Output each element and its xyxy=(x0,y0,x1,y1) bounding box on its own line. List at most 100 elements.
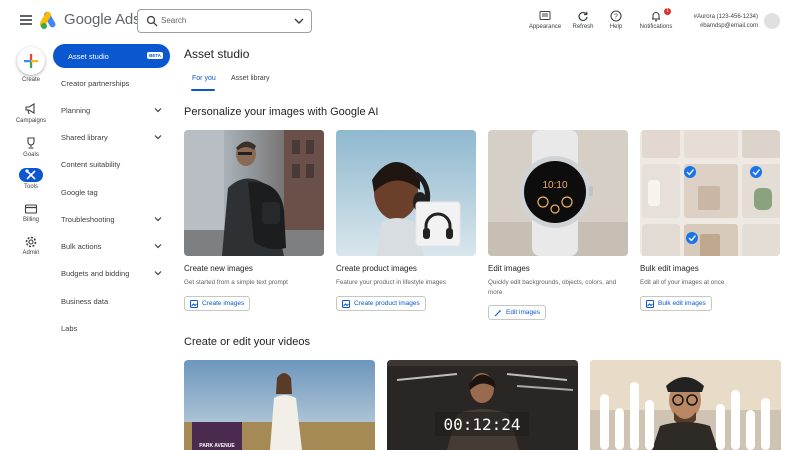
top-bar: Google Ads Search Appearance Refresh ? H… xyxy=(0,0,800,42)
create-button[interactable] xyxy=(17,47,45,75)
account-info[interactable]: #Aurora (123-456-1234) #bamdsp@email.com xyxy=(690,13,758,31)
tab-for-you[interactable]: For you xyxy=(192,75,216,82)
refresh-label: Refresh xyxy=(572,24,594,30)
main-content: Asset studio For you Asset library Perso… xyxy=(184,42,784,450)
refresh-button[interactable]: Refresh xyxy=(568,10,598,30)
watch-time-text: 10:10 xyxy=(542,180,567,191)
tools-nav-panel: Asset studio BETA Creator partnerships P… xyxy=(53,42,170,450)
gear-icon[interactable] xyxy=(24,235,38,249)
create-images-button[interactable]: Create images xyxy=(184,296,251,311)
edit-images-thumbnail[interactable]: 10:10 xyxy=(488,130,628,256)
nav-item-budgets-and-bidding[interactable]: Budgets and bidding xyxy=(53,261,170,285)
megaphone-icon[interactable] xyxy=(24,102,38,116)
create-product-images-thumbnail[interactable] xyxy=(336,130,476,256)
search-input[interactable]: Search xyxy=(137,9,312,33)
card-description: Get started from a simple text prompt xyxy=(184,279,288,286)
beta-badge: BETA xyxy=(147,52,163,59)
svg-text:?: ? xyxy=(614,14,618,21)
active-tab-indicator xyxy=(191,89,215,91)
bell-icon xyxy=(652,12,660,22)
nav-item-asset-studio[interactable]: Asset studio BETA xyxy=(53,44,170,68)
nav-item-labs[interactable]: Labs xyxy=(53,316,170,340)
video-thumbnail-2[interactable]: 00:12:24 xyxy=(387,360,578,450)
card-title: Create product images xyxy=(336,264,417,273)
chip-label: Edit images xyxy=(506,309,540,316)
card-description: Edit all of your images at once xyxy=(640,279,725,286)
search-placeholder: Search xyxy=(161,16,187,25)
videos-section-title: Create or edit your videos xyxy=(184,336,310,348)
chevron-down-icon xyxy=(154,135,162,140)
help-label: Help xyxy=(609,24,623,30)
plus-icon xyxy=(24,54,38,68)
images-section-title: Personalize your images with Google AI xyxy=(184,106,379,118)
chevron-down-icon xyxy=(154,271,162,276)
nav-item-label: Shared library xyxy=(61,133,108,142)
video-thumbnail-3[interactable] xyxy=(590,360,781,450)
search-icon xyxy=(146,15,158,27)
nav-item-label: Budgets and bidding xyxy=(61,269,130,278)
image-icon xyxy=(342,300,350,308)
nav-item-planning[interactable]: Planning xyxy=(53,98,170,122)
avatar[interactable] xyxy=(764,13,780,29)
account-email: #bamdsp@email.com xyxy=(699,23,758,29)
nav-item-creator-partnerships[interactable]: Creator partnerships xyxy=(53,71,170,95)
trophy-icon[interactable] xyxy=(24,136,38,150)
create-new-images-thumbnail[interactable] xyxy=(184,130,324,256)
help-icon: ? xyxy=(610,10,622,22)
card-title: Edit images xyxy=(488,264,530,273)
nav-item-label: Labs xyxy=(61,324,78,333)
notifications-button[interactable]: 1 Notifications xyxy=(636,8,676,30)
nav-item-label: Google tag xyxy=(61,188,98,197)
nav-item-label: Planning xyxy=(61,106,91,115)
card-description: Quickly edit backgrounds, objects, color… xyxy=(488,279,617,296)
chip-label: Create images xyxy=(202,300,245,307)
card-title: Create new images xyxy=(184,264,253,273)
nav-item-troubleshooting[interactable]: Troubleshooting xyxy=(53,207,170,231)
nav-item-label: Asset studio xyxy=(68,52,109,61)
card-title: Bulk edit images xyxy=(640,264,699,273)
nav-item-label: Content suitability xyxy=(61,160,121,169)
tools-icon xyxy=(25,169,36,180)
nav-item-label: Bulk actions xyxy=(61,242,102,251)
nav-item-label: Creator partnerships xyxy=(61,79,130,88)
chevron-down-icon xyxy=(154,217,162,222)
chevron-down-icon xyxy=(154,244,162,249)
refresh-icon xyxy=(578,11,588,22)
bulk-edit-images-thumbnail[interactable] xyxy=(640,130,780,256)
chip-label: Bulk edit images xyxy=(658,300,706,307)
appearance-label: Appearance xyxy=(528,24,562,30)
create-product-images-button[interactable]: Create product images xyxy=(336,296,426,311)
chevron-down-icon xyxy=(154,108,162,113)
tab-asset-library[interactable]: Asset library xyxy=(231,75,270,82)
app-title: Google Ads xyxy=(64,11,141,28)
google-ads-logo-icon[interactable] xyxy=(40,11,60,29)
notification-badge: 1 xyxy=(664,8,671,15)
help-button[interactable]: ? Help xyxy=(604,10,628,30)
timer-overlay: 00:12:24 xyxy=(443,415,520,434)
nav-item-business-data[interactable]: Business data xyxy=(53,289,170,313)
image-icon xyxy=(190,300,198,308)
edit-images-button[interactable]: Edit images xyxy=(488,305,546,320)
park-avenue-overlay: PARK AVENUE xyxy=(199,443,235,449)
nav-item-bulk-actions[interactable]: Bulk actions xyxy=(53,234,170,258)
nav-item-label: Troubleshooting xyxy=(61,215,115,224)
credit-card-icon[interactable] xyxy=(24,202,38,216)
bulk-edit-images-button[interactable]: Bulk edit images xyxy=(640,296,712,311)
chevron-down-icon[interactable] xyxy=(293,15,305,27)
page-title: Asset studio xyxy=(184,47,250,61)
appearance-button[interactable]: Appearance xyxy=(527,10,563,30)
appearance-icon xyxy=(539,11,551,20)
nav-item-content-suitability[interactable]: Content suitability xyxy=(53,152,170,176)
menu-icon[interactable] xyxy=(20,15,32,25)
video-thumbnail-1[interactable]: PARK AVENUE xyxy=(184,360,375,450)
card-description: Feature your product in lifestyle images xyxy=(336,279,446,286)
tools-active-indicator[interactable] xyxy=(19,168,43,182)
nav-item-google-tag[interactable]: Google tag xyxy=(53,180,170,204)
notifications-label: Notifications xyxy=(639,24,673,30)
image-icon xyxy=(646,300,654,308)
account-id: #Aurora (123-456-1234) xyxy=(693,14,758,20)
nav-item-shared-library[interactable]: Shared library xyxy=(53,125,170,149)
magic-wand-icon xyxy=(494,309,502,317)
chip-label: Create product images xyxy=(354,300,420,307)
nav-item-label: Business data xyxy=(61,297,109,306)
